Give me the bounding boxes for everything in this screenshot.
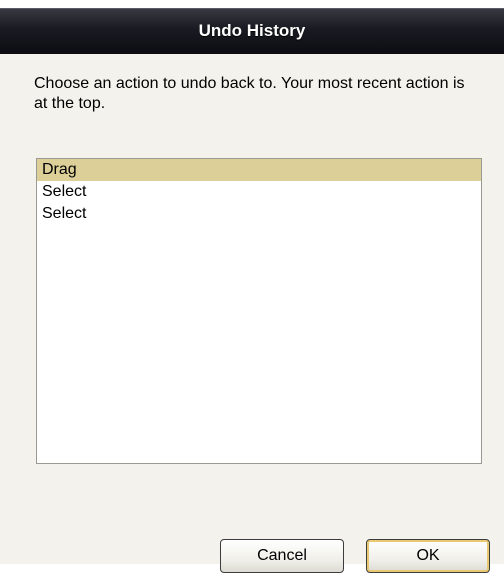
undo-history-dialog: Undo History Choose an action to undo ba… — [0, 0, 504, 573]
cancel-button[interactable]: Cancel — [220, 539, 344, 573]
instructions-text: Choose an action to undo back to. Your m… — [34, 75, 465, 112]
list-item[interactable]: Select — [37, 181, 481, 203]
undo-history-list[interactable]: Drag Select Select — [36, 158, 482, 464]
title-bar[interactable]: Undo History — [0, 8, 504, 54]
ok-button[interactable]: OK — [366, 539, 490, 573]
list-item[interactable]: Select — [37, 203, 481, 225]
top-strip — [0, 0, 504, 8]
list-item[interactable]: Drag — [37, 159, 481, 181]
window-title: Undo History — [198, 21, 306, 40]
